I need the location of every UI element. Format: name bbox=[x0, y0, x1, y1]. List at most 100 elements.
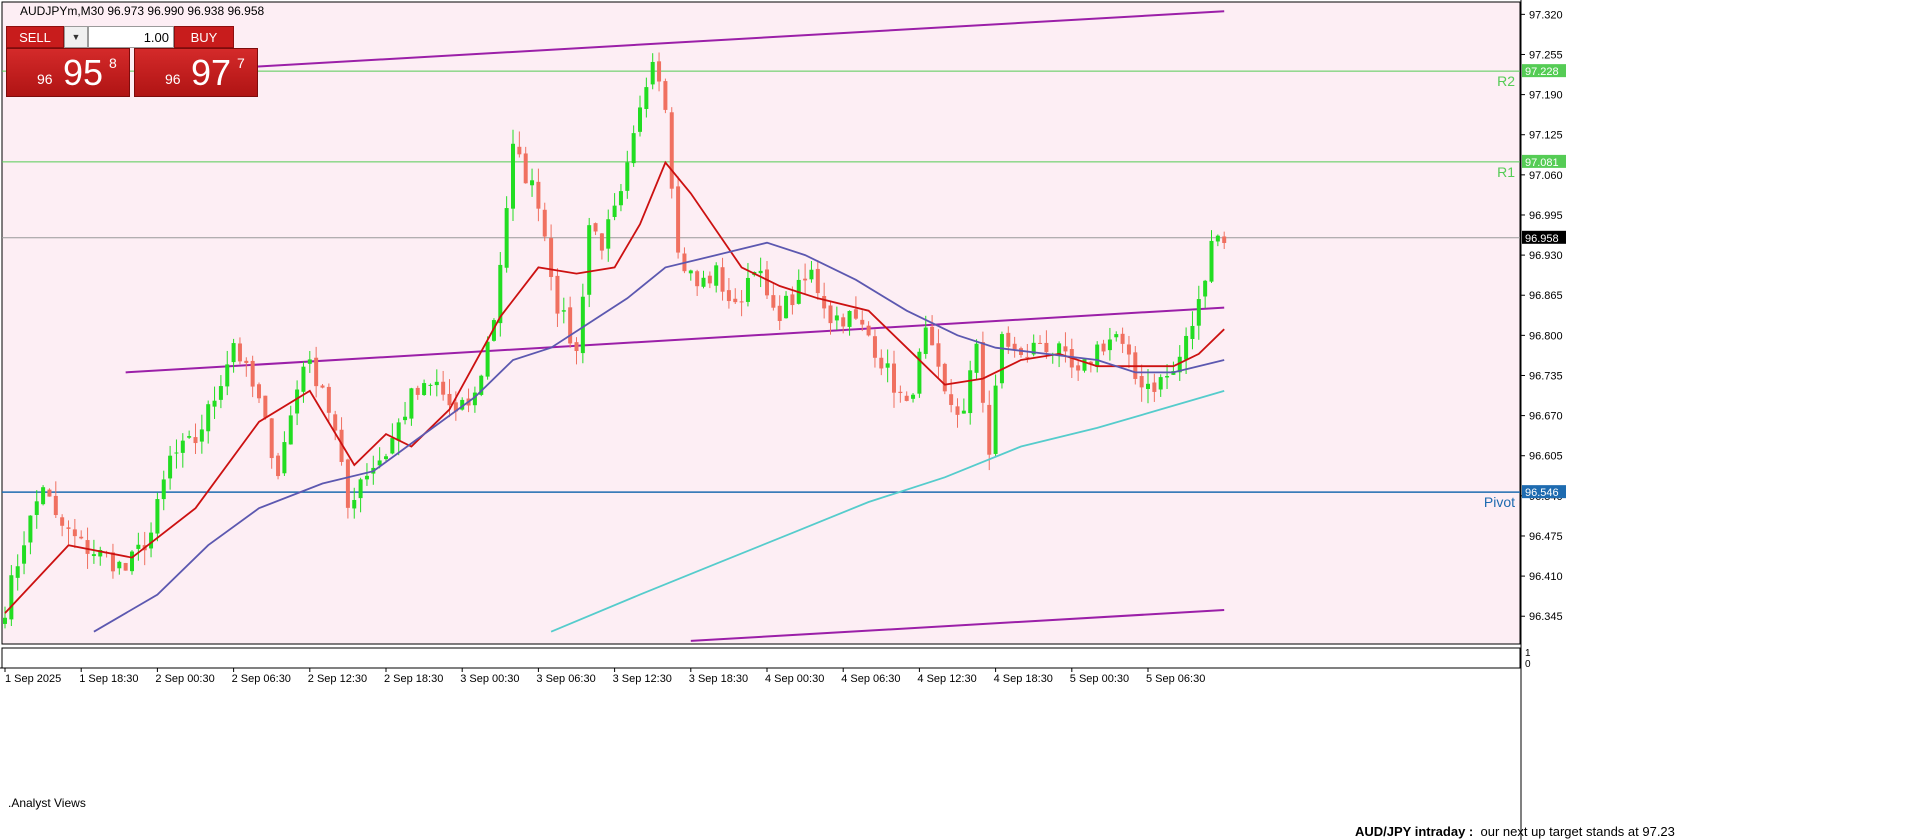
bear-candle bbox=[663, 81, 668, 110]
bear-candle bbox=[314, 357, 319, 387]
bear-candle bbox=[110, 552, 115, 572]
bear-candle bbox=[593, 223, 598, 232]
bull-candle bbox=[809, 269, 814, 280]
bull-candle bbox=[504, 208, 509, 268]
x-tick-label: 3 Sep 06:30 bbox=[536, 673, 595, 685]
bull-candle bbox=[784, 295, 789, 319]
bull-candle bbox=[218, 386, 223, 400]
bull-candle bbox=[22, 545, 27, 564]
bull-candle bbox=[384, 456, 388, 460]
current-price-tag-text: 96.958 bbox=[1525, 233, 1559, 245]
bull-candle bbox=[225, 364, 230, 387]
bull-candle bbox=[168, 455, 173, 479]
y-tick-label: 96.995 bbox=[1529, 210, 1563, 222]
bull-candle bbox=[307, 359, 312, 364]
y-tick-label: 96.410 bbox=[1529, 571, 1563, 583]
bear-candle bbox=[276, 455, 281, 477]
bear-candle bbox=[244, 360, 249, 363]
bear-candle bbox=[739, 301, 744, 303]
pivot-label: Pivot bbox=[1484, 494, 1515, 510]
bull-candle bbox=[91, 554, 96, 557]
indicator-subwindow bbox=[1, 647, 1521, 669]
bear-candle bbox=[803, 278, 808, 281]
y-tick-label: 96.865 bbox=[1529, 290, 1563, 302]
x-tick-label: 4 Sep 18:30 bbox=[994, 673, 1053, 685]
bear-candle bbox=[733, 298, 738, 303]
bear-candle bbox=[771, 295, 776, 308]
bull-candle bbox=[3, 617, 7, 624]
x-tick-label: 2 Sep 06:30 bbox=[232, 673, 291, 685]
analyst-news-ticker: AUD/JPY intraday : our next up target st… bbox=[1355, 824, 1675, 840]
news-body: our next up target stands at 97.23 bbox=[1480, 824, 1675, 839]
sell-price-button[interactable]: 96 95 8 bbox=[6, 48, 130, 97]
buy-price-button[interactable]: 96 97 7 bbox=[134, 48, 258, 97]
bull-candle bbox=[28, 515, 33, 543]
news-title: AUD/JPY intraday : bbox=[1355, 824, 1474, 839]
bull-candle bbox=[606, 219, 611, 249]
buy-button[interactable]: BUY bbox=[174, 26, 234, 48]
r2-label: R2 bbox=[1497, 73, 1515, 89]
bull-candle bbox=[561, 310, 566, 312]
bull-candle bbox=[758, 270, 763, 274]
bull-candle bbox=[15, 566, 20, 578]
bull-candle bbox=[434, 381, 439, 386]
chart-area[interactable]: 97.320 97.255 97.190 97.125 97.060 96.995 96.9… bbox=[0, 0, 1916, 840]
bull-candle bbox=[612, 205, 617, 217]
bear-candle bbox=[536, 181, 541, 209]
bull-candle bbox=[1196, 299, 1201, 326]
bull-candle bbox=[688, 270, 693, 274]
bear-candle bbox=[568, 307, 573, 344]
bull-candle bbox=[968, 370, 973, 414]
bull-candle bbox=[745, 277, 750, 302]
bear-candle bbox=[822, 296, 827, 309]
indicator-scale-bottom: 0 bbox=[1525, 659, 1531, 670]
bear-candle bbox=[936, 343, 941, 367]
bear-candle bbox=[1222, 236, 1227, 243]
price-chart[interactable]: 97.320 97.255 97.190 97.125 97.060 96.995 96.9… bbox=[0, 0, 1916, 840]
bull-candle bbox=[301, 366, 306, 392]
x-tick-label: 2 Sep 12:30 bbox=[308, 673, 367, 685]
bull-candle bbox=[625, 162, 630, 191]
lot-size-input[interactable] bbox=[88, 26, 174, 48]
bull-candle bbox=[530, 180, 535, 186]
bear-candle bbox=[853, 309, 858, 319]
bear-candle bbox=[79, 536, 84, 539]
bear-candle bbox=[517, 146, 522, 155]
x-tick-label: 5 Sep 06:30 bbox=[1146, 673, 1205, 685]
bull-candle bbox=[295, 389, 300, 414]
bull-candle bbox=[1165, 376, 1170, 378]
bull-candle bbox=[1114, 334, 1119, 338]
bear-candle bbox=[726, 290, 731, 302]
r2-price-tag-text: 97.228 bbox=[1525, 66, 1559, 78]
lot-dropdown-arrow[interactable]: ▼ bbox=[64, 26, 88, 48]
bear-candle bbox=[879, 357, 884, 369]
bear-candle bbox=[333, 414, 338, 431]
bull-candle bbox=[1146, 383, 1150, 389]
bear-candle bbox=[555, 275, 560, 314]
bull-candle bbox=[41, 487, 46, 505]
bull-candle bbox=[974, 343, 979, 373]
bear-candle bbox=[1152, 382, 1157, 392]
sell-price-pip: 8 bbox=[109, 55, 117, 71]
bull-candle bbox=[885, 363, 890, 368]
bull-candle bbox=[999, 334, 1004, 384]
bear-candle bbox=[250, 360, 255, 387]
bear-candle bbox=[542, 209, 547, 237]
bear-candle bbox=[237, 343, 242, 362]
bear-candle bbox=[930, 326, 935, 346]
bear-candle bbox=[872, 336, 877, 358]
bull-candle bbox=[631, 133, 636, 164]
sell-button[interactable]: SELL bbox=[6, 26, 64, 48]
bear-candle bbox=[47, 489, 52, 497]
bear-candle bbox=[980, 342, 985, 403]
buy-price-prefix: 96 bbox=[165, 71, 181, 87]
bull-candle bbox=[701, 277, 706, 287]
bear-candle bbox=[53, 495, 58, 516]
bull-candle bbox=[161, 479, 166, 500]
bull-candle bbox=[396, 422, 401, 441]
y-tick-label: 97.125 bbox=[1529, 130, 1563, 142]
bull-candle bbox=[1158, 377, 1163, 390]
indicator-scale-top: 1 bbox=[1525, 648, 1531, 659]
one-click-trading-panel: SELL ▼ BUY 96 95 8 96 97 7 bbox=[6, 26, 258, 97]
y-tick-label: 97.255 bbox=[1529, 49, 1563, 61]
